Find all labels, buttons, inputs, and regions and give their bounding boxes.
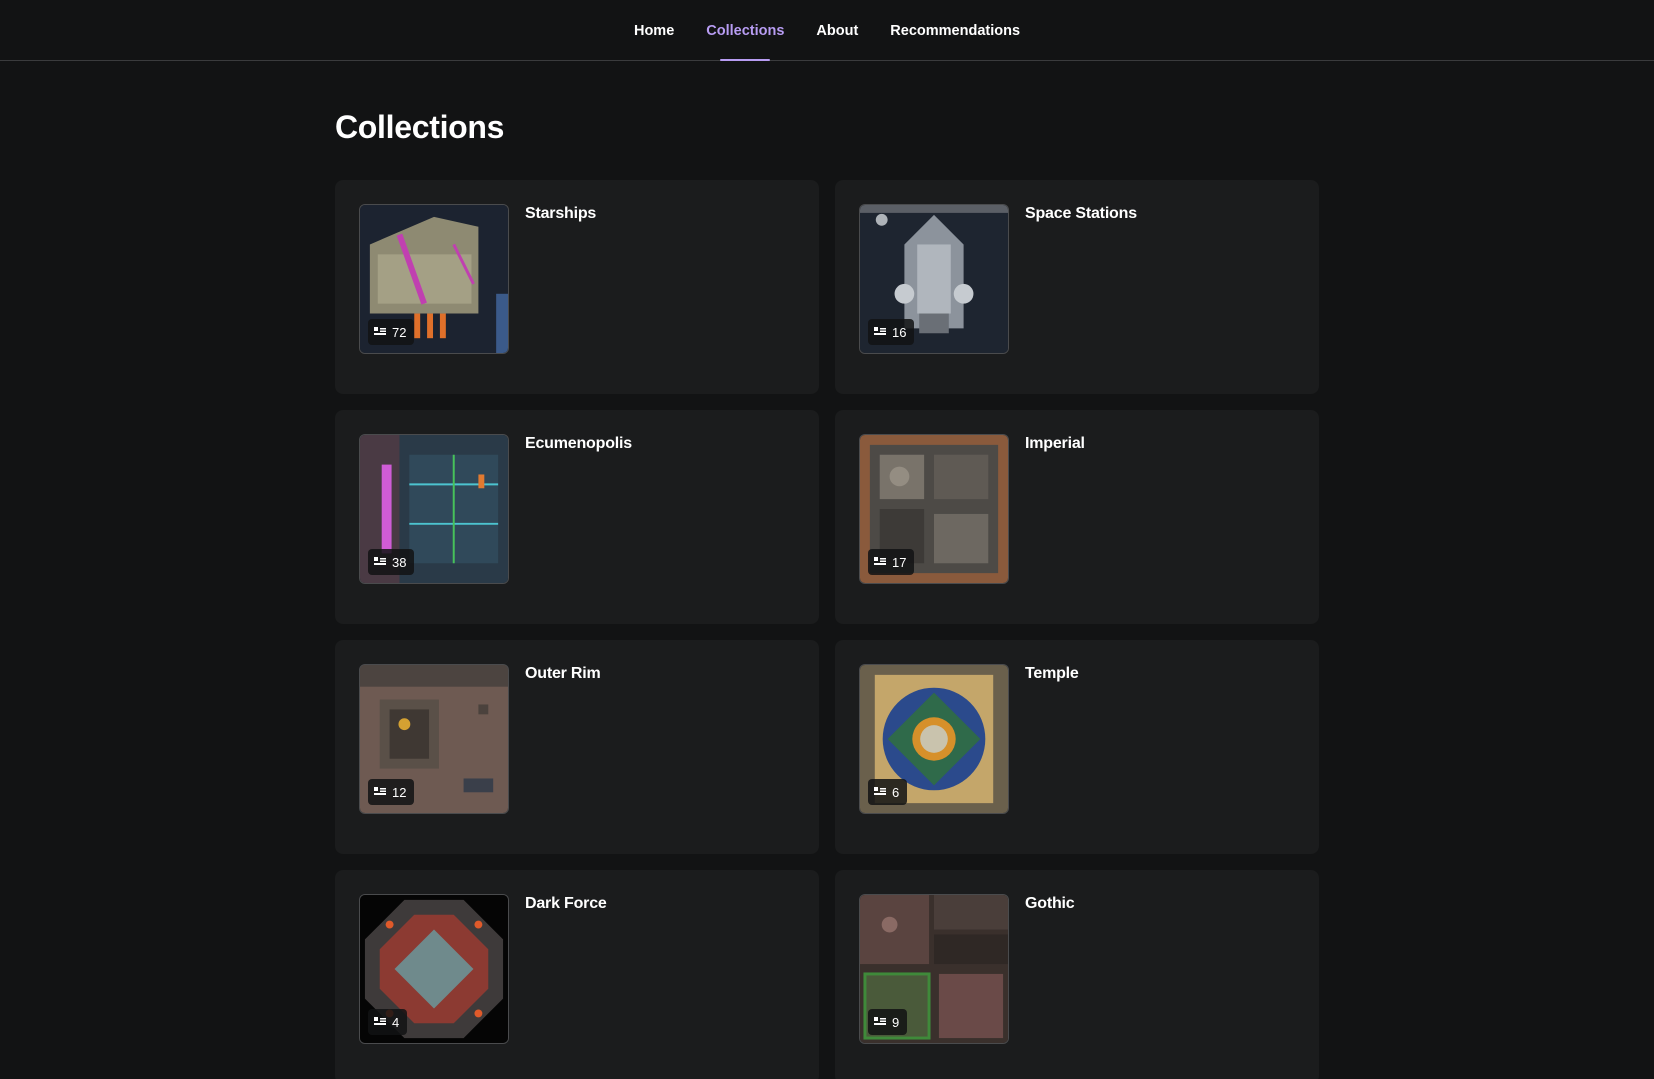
nav-recommendations[interactable]: Recommendations bbox=[890, 0, 1020, 60]
collection-title: Space Stations bbox=[1025, 205, 1137, 222]
map-count-badge: 38 bbox=[368, 549, 415, 575]
map-count: 6 bbox=[892, 784, 900, 800]
map-count: 9 bbox=[892, 1014, 900, 1030]
collection-thumbnail[interactable]: 6 bbox=[859, 664, 1009, 814]
collection-thumbnail[interactable]: 12 bbox=[359, 664, 509, 814]
collection-card-outer-rim[interactable]: 12 Outer Rim bbox=[335, 640, 819, 854]
collection-title: Starships bbox=[525, 205, 597, 222]
map-stack-icon bbox=[374, 787, 386, 797]
page-title: Collections bbox=[335, 109, 505, 145]
map-count: 17 bbox=[892, 554, 907, 570]
collection-thumbnail[interactable]: 4 bbox=[359, 894, 509, 1044]
map-stack-icon bbox=[874, 787, 886, 797]
collection-card-space-stations[interactable]: 16 Space Stations bbox=[835, 180, 1319, 394]
map-count-badge: 16 bbox=[868, 319, 915, 345]
map-count: 38 bbox=[392, 554, 407, 570]
collection-thumbnail[interactable]: 16 bbox=[859, 204, 1009, 354]
collection-title: Ecumenopolis bbox=[525, 435, 632, 452]
map-stack-icon bbox=[374, 327, 386, 337]
nav-collections[interactable]: Collections bbox=[706, 0, 784, 61]
map-stack-icon bbox=[874, 327, 886, 337]
collection-card-imperial[interactable]: 17 Imperial bbox=[835, 410, 1319, 624]
collection-title: Dark Force bbox=[525, 895, 607, 912]
map-count-badge: 6 bbox=[868, 779, 908, 805]
map-count: 16 bbox=[892, 324, 907, 340]
collection-card-temple[interactable]: 6 Temple bbox=[835, 640, 1319, 854]
collection-card-starships[interactable]: 72 Starships bbox=[335, 180, 819, 394]
map-count-badge: 12 bbox=[368, 779, 415, 805]
collection-thumbnail[interactable]: 9 bbox=[859, 894, 1009, 1044]
collection-title: Gothic bbox=[1025, 895, 1075, 912]
map-count-badge: 17 bbox=[868, 549, 915, 575]
map-count-badge: 9 bbox=[868, 1009, 908, 1035]
map-stack-icon bbox=[374, 557, 386, 567]
map-stack-icon bbox=[874, 557, 886, 567]
top-navigation: Home Collections About Recommendations bbox=[0, 0, 1654, 61]
nav-about[interactable]: About bbox=[816, 0, 858, 60]
map-count: 72 bbox=[392, 324, 407, 340]
nav-home[interactable]: Home bbox=[634, 0, 674, 60]
collection-card-ecumenopolis[interactable]: 38 Ecumenopolis bbox=[335, 410, 819, 624]
collection-title: Temple bbox=[1025, 665, 1079, 682]
map-stack-icon bbox=[874, 1017, 886, 1027]
collection-card-dark-force[interactable]: 4 Dark Force bbox=[335, 870, 819, 1079]
map-count-badge: 4 bbox=[368, 1009, 408, 1035]
collection-title: Imperial bbox=[1025, 435, 1085, 452]
map-count-badge: 72 bbox=[368, 319, 415, 345]
collection-thumbnail[interactable]: 17 bbox=[859, 434, 1009, 584]
collections-grid: 72 Starships 16 Space Stations 38 Ecumen… bbox=[335, 180, 1319, 1079]
collection-title: Outer Rim bbox=[525, 665, 601, 682]
collection-thumbnail[interactable]: 38 bbox=[359, 434, 509, 584]
map-stack-icon bbox=[374, 1017, 386, 1027]
map-count: 12 bbox=[392, 784, 407, 800]
map-count: 4 bbox=[392, 1014, 400, 1030]
collection-thumbnail[interactable]: 72 bbox=[359, 204, 509, 354]
collections-page: Collections 72 Starships 16 Space Statio… bbox=[335, 61, 1319, 1079]
collection-card-gothic[interactable]: 9 Gothic bbox=[835, 870, 1319, 1079]
